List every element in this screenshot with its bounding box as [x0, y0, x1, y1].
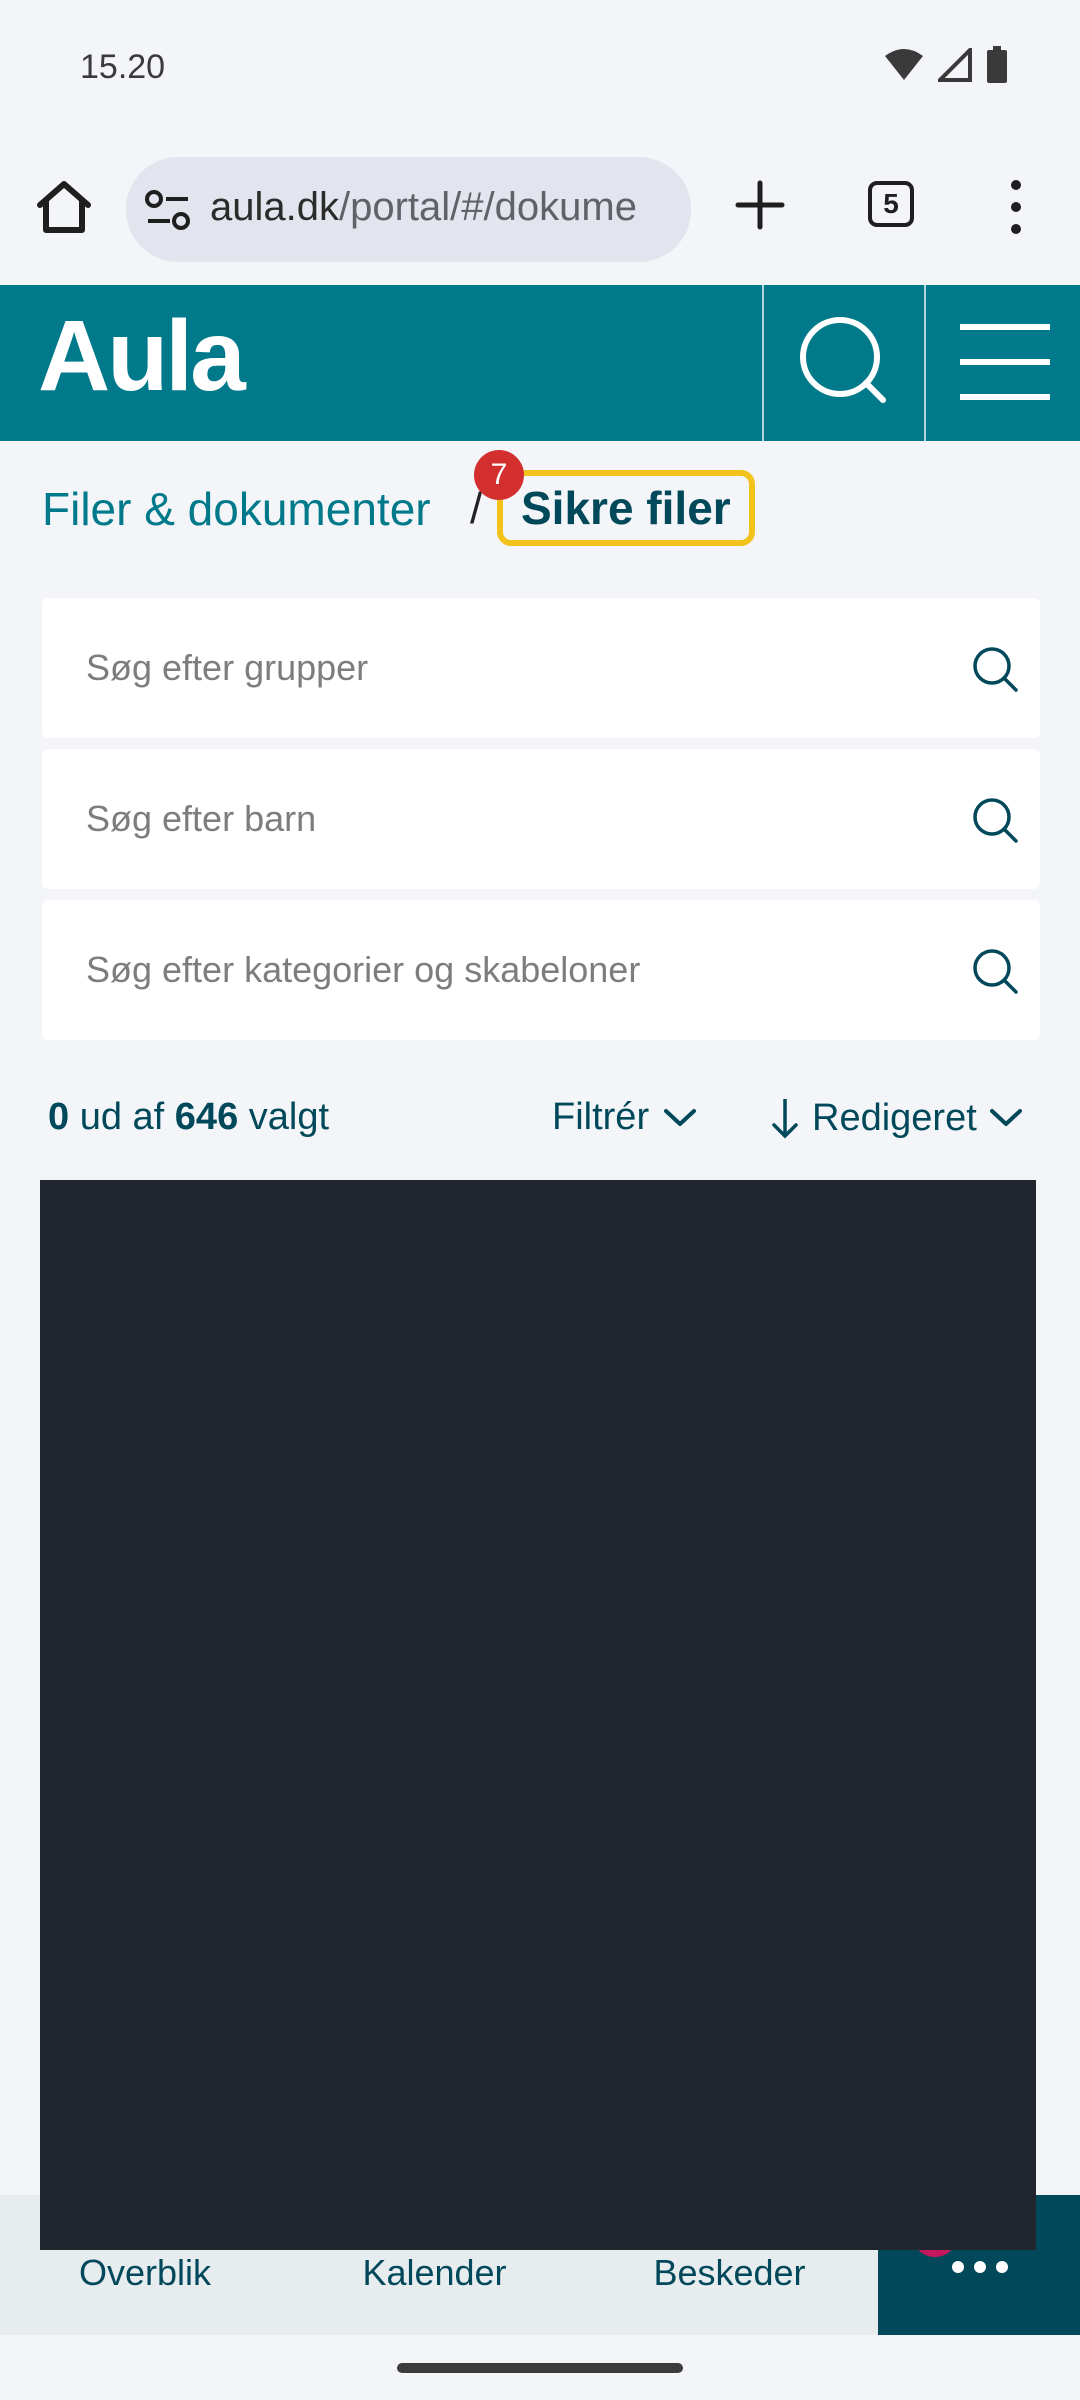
child-search-field — [42, 749, 1040, 889]
of-text: ud af — [79, 1096, 165, 1138]
header-search-button[interactable] — [762, 285, 924, 441]
gesture-handle[interactable] — [397, 2363, 683, 2373]
url-bar[interactable]: aula.dk/portal/#/dokume — [126, 157, 691, 262]
breadcrumb-parent-link[interactable]: Filer & dokumenter — [42, 482, 431, 536]
dark-overlay-panel — [40, 1180, 1036, 2250]
signal-icon — [938, 48, 972, 82]
group-search-field — [42, 598, 1040, 738]
aula-logo[interactable]: Aula — [38, 299, 246, 414]
selected-count: 0 — [48, 1096, 70, 1138]
child-search-input[interactable] — [86, 749, 936, 889]
url-fade — [651, 157, 691, 262]
breadcrumb-current[interactable]: Sikre filer — [497, 470, 755, 546]
notification-badge: 7 — [474, 450, 524, 500]
nav-label: Overblik — [78, 2252, 212, 2293]
filter-label: Filtrér — [552, 1096, 650, 1138]
category-search-field — [42, 900, 1040, 1040]
more-vert-icon[interactable] — [990, 175, 1042, 239]
selected-text: valgt — [248, 1096, 330, 1138]
nav-label: Beskeder — [653, 2252, 806, 2293]
selection-count: 0 ud af 646 valgt — [48, 1096, 329, 1139]
more-dots-icon — [952, 2261, 1008, 2273]
nav-label: Kalender — [362, 2252, 507, 2293]
chevron-down-icon — [664, 1108, 697, 1126]
hamburger-icon — [960, 324, 1050, 400]
header-menu-button[interactable] — [926, 285, 1080, 441]
tab-count: 5 — [868, 181, 914, 227]
tabs-button[interactable]: 5 — [862, 175, 922, 235]
category-search-input[interactable] — [86, 900, 936, 1040]
status-time: 15.20 — [80, 48, 166, 86]
gesture-area — [0, 2335, 1080, 2400]
status-bar: 15.20 — [0, 0, 1080, 135]
breadcrumb: Filer & dokumenter / Sikre filer 7 — [42, 450, 1042, 550]
battery-icon — [987, 46, 1007, 83]
search-icon[interactable] — [970, 946, 1020, 996]
sort-button[interactable]: Redigeret — [770, 1090, 1023, 1146]
sort-label: Redigeret — [812, 1096, 977, 1139]
new-tab-icon[interactable] — [730, 175, 790, 235]
site-settings-icon[interactable] — [144, 187, 192, 233]
arrow-down-icon — [772, 1099, 798, 1139]
search-icon[interactable] — [970, 795, 1020, 845]
total-count: 646 — [174, 1096, 239, 1138]
app-header: Aula — [0, 285, 1080, 441]
group-search-input[interactable] — [86, 598, 936, 738]
url-domain: aula.dk — [210, 185, 339, 229]
search-icon — [800, 317, 886, 403]
search-icon[interactable] — [970, 644, 1020, 694]
list-toolbar: 0 ud af 646 valgt Filtrér Redigeret — [48, 1090, 1048, 1150]
chevron-down-icon — [989, 1109, 1022, 1126]
wifi-icon — [885, 49, 923, 80]
browser-toolbar: aula.dk/portal/#/dokume 5 — [0, 135, 1080, 285]
filter-button[interactable]: Filtrér — [552, 1096, 697, 1139]
status-icons — [884, 46, 1008, 84]
url-path: /portal/#/dokume — [338, 185, 637, 229]
url-text[interactable]: aula.dk/portal/#/dokume — [210, 185, 637, 230]
home-icon[interactable] — [32, 175, 96, 239]
